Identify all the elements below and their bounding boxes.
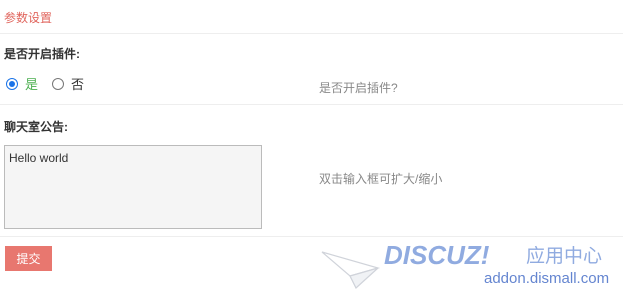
submit-button[interactable]: 提交 — [5, 246, 52, 271]
plugin-toggle-label: 是否开启插件: — [4, 47, 80, 61]
brand-text: DISCUZ! — [384, 240, 490, 270]
radio-no-label[interactable]: 否 — [71, 74, 84, 93]
plugin-toggle-hint: 是否开启插件? — [319, 81, 398, 95]
brand-url: addon.dismall.com — [484, 270, 609, 287]
paper-plane-icon — [321, 251, 381, 289]
brand-subtitle: 应用中心 — [526, 245, 602, 267]
divider — [0, 33, 623, 34]
announcement-label: 聊天室公告: — [4, 120, 68, 134]
divider — [0, 236, 623, 237]
watermark-logo: DISCUZ! 应用中心 addon.dismall.com — [321, 240, 609, 289]
plugin-toggle-radio-group: 是 否 — [6, 74, 84, 93]
announcement-textarea[interactable]: Hello world — [4, 145, 262, 229]
announcement-hint: 双击输入框可扩大/缩小 — [319, 172, 443, 186]
radio-no[interactable] — [52, 77, 65, 90]
discuz-watermark: DISCUZ! 应用中心 addon.dismall.com — [320, 238, 620, 298]
section-title: 参数设置 — [4, 11, 53, 25]
radio-yes-label[interactable]: 是 — [25, 74, 38, 93]
radio-yes[interactable] — [6, 77, 18, 90]
divider — [0, 104, 623, 105]
